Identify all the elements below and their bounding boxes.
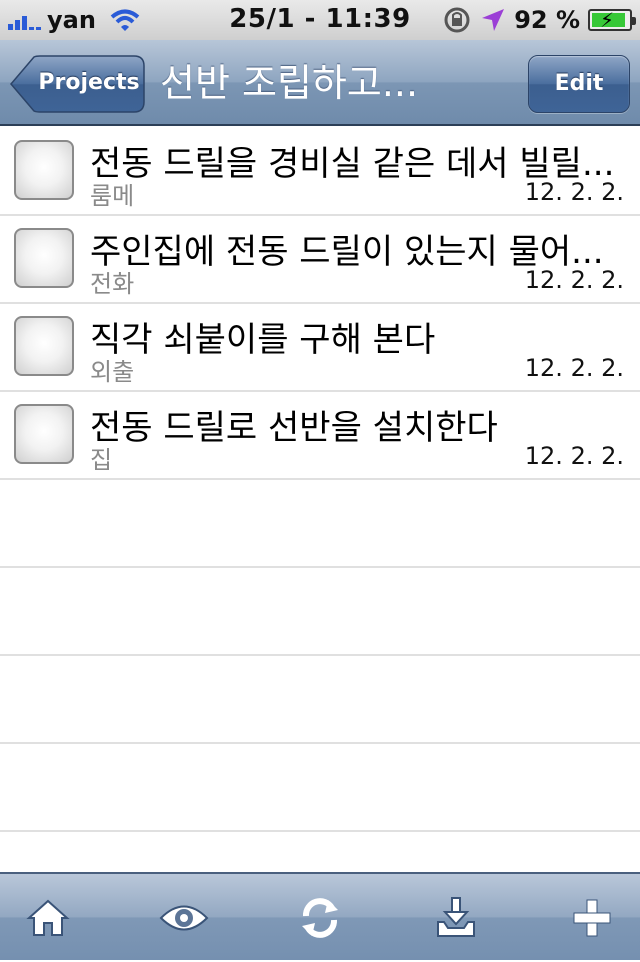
empty-row xyxy=(0,568,640,656)
rotation-lock-icon xyxy=(444,7,470,33)
status-bar: yan 25/1 - 11:39 92 % ⚡ xyxy=(0,0,640,40)
task-date: 12. 2. 2. xyxy=(524,442,624,470)
navigation-bar: Projects 선반 조립하고... Edit xyxy=(0,40,640,126)
task-date: 12. 2. 2. xyxy=(524,354,624,382)
task-checkbox[interactable] xyxy=(14,228,74,288)
sync-icon xyxy=(302,898,338,938)
task-context: 집 xyxy=(90,446,113,474)
inbox-download-icon xyxy=(437,897,475,937)
task-checkbox[interactable] xyxy=(14,404,74,464)
plus-icon xyxy=(573,899,611,937)
sync-button[interactable] xyxy=(280,874,360,962)
task-date: 12. 2. 2. xyxy=(524,178,624,206)
empty-row xyxy=(0,744,640,832)
task-context: 룸메 xyxy=(90,182,135,210)
task-context: 외출 xyxy=(90,358,135,386)
battery-icon: ⚡ xyxy=(588,8,636,32)
edit-button[interactable]: Edit xyxy=(528,55,630,113)
battery-percentage: 92 % xyxy=(514,6,580,34)
task-row[interactable]: 주인집에 전동 드릴이 있는지 물어... 전화 12. 2. 2. xyxy=(0,216,640,304)
task-row[interactable]: 전동 드릴을 경비실 같은 데서 빌릴... 룸메 12. 2. 2. xyxy=(0,128,640,216)
home-button[interactable] xyxy=(8,874,88,962)
task-context: 전화 xyxy=(90,270,135,298)
review-button[interactable] xyxy=(144,874,224,962)
page-title: 선반 조립하고... xyxy=(160,61,419,105)
empty-row xyxy=(0,480,640,568)
back-button-label: Projects xyxy=(38,70,140,95)
task-checkbox[interactable] xyxy=(14,140,74,200)
battery-nub xyxy=(632,17,636,25)
task-checkbox[interactable] xyxy=(14,316,74,376)
task-list: 전동 드릴을 경비실 같은 데서 빌릴... 룸메 12. 2. 2. 주인집에… xyxy=(0,128,640,832)
task-row[interactable]: 전동 드릴로 선반을 설치한다 집 12. 2. 2. xyxy=(0,392,640,480)
add-button[interactable] xyxy=(552,874,632,962)
status-right: 92 % ⚡ xyxy=(442,6,636,34)
charging-bolt-icon: ⚡ xyxy=(600,8,615,32)
home-icon xyxy=(26,899,70,936)
bottom-toolbar xyxy=(0,872,640,960)
task-row[interactable]: 직각 쇠붙이를 구해 본다 외출 12. 2. 2. xyxy=(0,304,640,392)
inbox-button[interactable] xyxy=(416,874,496,962)
eye-icon xyxy=(159,905,209,931)
location-arrow-icon xyxy=(482,9,505,31)
empty-row xyxy=(0,656,640,744)
task-date: 12. 2. 2. xyxy=(524,266,624,294)
